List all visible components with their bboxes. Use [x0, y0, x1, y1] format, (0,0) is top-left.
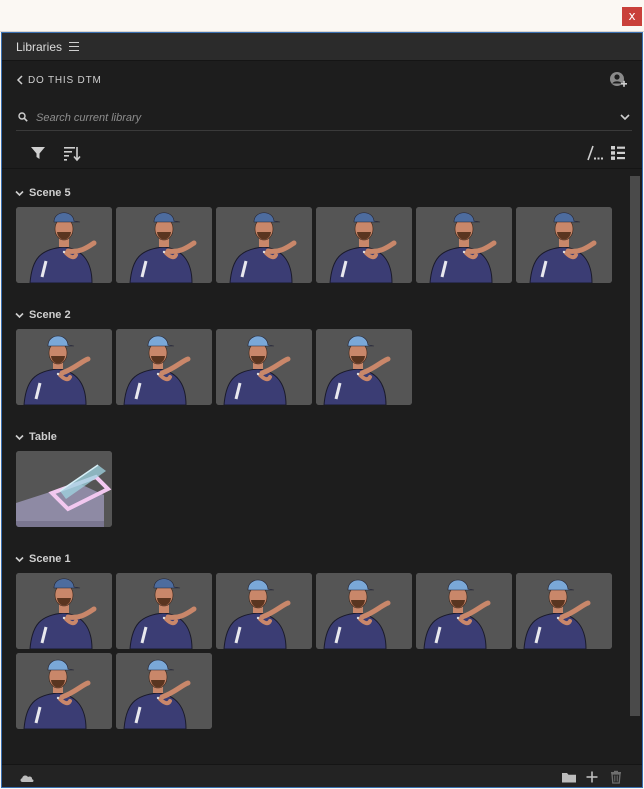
group-header[interactable]: Scene 2	[2, 307, 622, 325]
scrollbar[interactable]	[628, 173, 642, 763]
library-content: Scene 5 Scene 2 Table Scene 1	[2, 173, 628, 763]
asset-thumbnail-figure[interactable]	[316, 573, 412, 649]
hamburger-icon[interactable]	[69, 42, 79, 51]
trash-icon[interactable]	[608, 770, 624, 784]
asset-thumbnail-figure[interactable]	[216, 573, 312, 649]
library-toolbar	[2, 139, 642, 169]
asset-thumbnail-figure[interactable]	[216, 329, 312, 405]
add-icon[interactable]	[584, 770, 600, 784]
asset-thumbnail-figure[interactable]	[116, 329, 212, 405]
search-icon	[18, 112, 28, 122]
asset-thumbnail-figure[interactable]	[216, 207, 312, 283]
asset-thumbnail-table[interactable]	[16, 451, 112, 527]
asset-thumbnail-figure[interactable]	[516, 207, 612, 283]
list-view-icon[interactable]	[609, 144, 627, 162]
chevron-down-icon[interactable]	[15, 434, 24, 441]
asset-thumbnail-figure[interactable]	[16, 329, 112, 405]
sort-icon[interactable]	[63, 144, 81, 162]
chevron-down-icon[interactable]	[15, 312, 24, 319]
group-header[interactable]: Scene 1	[2, 551, 622, 569]
panel-title: Libraries	[16, 40, 63, 54]
group-header[interactable]: Table	[2, 429, 622, 447]
group-title: Scene 2	[29, 309, 71, 321]
grid-view-icon[interactable]	[586, 144, 604, 162]
group-title: Table	[29, 431, 57, 443]
group-title: Scene 1	[29, 553, 71, 565]
library-name[interactable]: DO THIS DTM	[28, 75, 102, 86]
panel-header: Libraries	[2, 33, 642, 61]
asset-thumbnail-figure[interactable]	[416, 573, 512, 649]
filter-icon[interactable]	[29, 144, 47, 162]
asset-thumbnail-figure[interactable]	[316, 329, 412, 405]
library-bar: DO THIS DTM	[2, 69, 642, 93]
asset-thumbnail-figure[interactable]	[316, 207, 412, 283]
asset-thumbnail-figure[interactable]	[16, 653, 112, 729]
asset-thumbnail-figure[interactable]	[416, 207, 512, 283]
asset-thumbnail-figure[interactable]	[116, 653, 212, 729]
search-bar	[16, 105, 632, 131]
asset-thumbnail-figure[interactable]	[116, 207, 212, 283]
asset-thumbnail-figure[interactable]	[16, 207, 112, 283]
asset-thumbnail-figure[interactable]	[116, 573, 212, 649]
scrollbar-thumb[interactable]	[630, 176, 640, 716]
add-user-icon[interactable]	[609, 71, 627, 89]
asset-thumbnail-figure[interactable]	[516, 573, 612, 649]
search-input[interactable]	[36, 109, 596, 127]
cloud-icon[interactable]	[19, 770, 35, 784]
chevron-down-icon[interactable]	[15, 556, 24, 563]
asset-thumbnail-figure[interactable]	[16, 573, 112, 649]
chevron-down-icon[interactable]	[620, 113, 630, 121]
chevron-down-icon[interactable]	[15, 190, 24, 197]
chevron-left-icon[interactable]	[15, 74, 25, 86]
window-titlebar: x	[0, 0, 644, 32]
close-button[interactable]: x	[622, 7, 642, 26]
group-title: Scene 5	[29, 187, 71, 199]
group-header[interactable]: Scene 5	[2, 185, 622, 203]
panel-footer	[2, 764, 642, 787]
folder-icon[interactable]	[561, 770, 577, 784]
libraries-panel: Libraries DO THIS DTM Search current lib…	[1, 32, 643, 788]
